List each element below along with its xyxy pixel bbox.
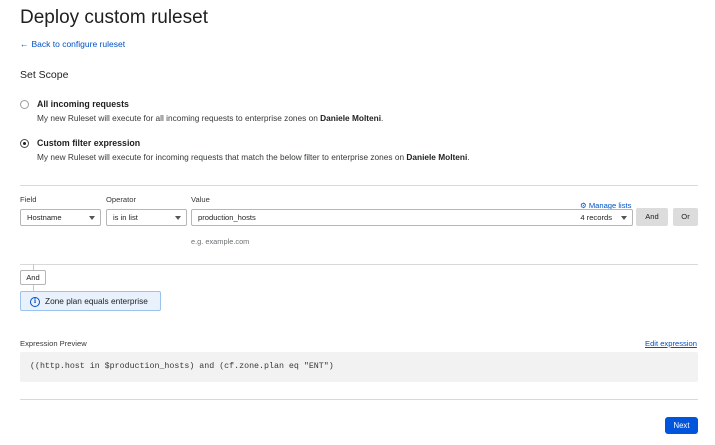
field-select-value: Hostname: [27, 213, 62, 222]
zone-condition-text: Zone plan equals enterprise: [45, 296, 148, 306]
divider: [20, 399, 698, 400]
value-list-select[interactable]: production_hosts 4 records: [191, 209, 633, 226]
field-label: Field: [20, 195, 37, 204]
option-desc-suffix: .: [381, 113, 384, 123]
chevron-down-icon: [89, 216, 95, 220]
value-label: Value: [191, 195, 210, 204]
option-all-requests-desc: My new Ruleset will execute for all inco…: [37, 113, 383, 123]
arrow-left-icon: ←: [20, 39, 29, 49]
chevron-down-icon: [175, 216, 181, 220]
zone-plan-condition[interactable]: i Zone plan equals enterprise: [20, 291, 161, 311]
chevron-down-icon: [621, 216, 627, 220]
option-custom-filter-desc: My new Ruleset will execute for incoming…: [37, 152, 470, 162]
operator-select[interactable]: is in list: [106, 209, 187, 226]
or-button[interactable]: Or: [673, 208, 698, 226]
value-list-select-value: production_hosts: [198, 213, 256, 222]
option-desc-text: My new Ruleset will execute for incoming…: [37, 152, 407, 162]
radio-all-requests[interactable]: [20, 100, 29, 109]
edit-expression-link[interactable]: Edit expression: [645, 339, 697, 348]
account-name: Daniele Molteni: [406, 152, 468, 162]
back-link-label: Back to configure ruleset: [31, 39, 126, 49]
info-icon: i: [30, 296, 40, 307]
account-name: Daniele Molteni: [320, 113, 382, 123]
option-custom-filter-title: Custom filter expression: [37, 138, 141, 148]
records-count: 4 records: [580, 213, 612, 222]
value-hint: e.g. example.com: [191, 237, 250, 246]
field-select[interactable]: Hostname: [20, 209, 101, 226]
option-all-requests-title: All incoming requests: [37, 99, 129, 109]
expression-preview-label: Expression Preview: [20, 339, 87, 348]
option-desc-suffix: .: [467, 152, 470, 162]
page-title: Deploy custom ruleset: [20, 7, 208, 28]
section-heading: Set Scope: [20, 69, 69, 81]
next-button[interactable]: Next: [665, 417, 698, 434]
back-link[interactable]: ← Back to configure ruleset: [20, 39, 125, 49]
option-desc-text: My new Ruleset will execute for all inco…: [37, 113, 321, 123]
operator-select-value: is in list: [113, 213, 138, 222]
and-connector-button[interactable]: And: [20, 270, 46, 285]
and-button[interactable]: And: [636, 208, 668, 226]
radio-custom-filter[interactable]: [20, 139, 29, 148]
operator-label: Operator: [106, 195, 136, 204]
expression-preview: ((http.host in $production_hosts) and (c…: [20, 352, 698, 382]
divider: [20, 185, 698, 186]
divider: [20, 264, 698, 265]
